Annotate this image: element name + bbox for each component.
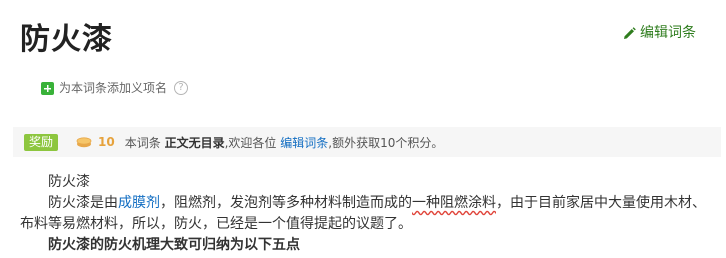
- plus-icon: [41, 81, 54, 95]
- add-synonym-label: 为本词条添加义项名: [59, 81, 168, 95]
- p1-text-b: ，阻燃剂，发泡剂等多种材料制造而成的: [160, 195, 412, 211]
- reward-points: 10: [98, 135, 115, 149]
- film-former-link[interactable]: 成膜剂: [118, 195, 160, 211]
- coin-icon: [76, 137, 92, 148]
- article-heading-line: 防火漆: [48, 174, 90, 190]
- reward-badge: 奖励: [24, 133, 59, 151]
- edit-entry-label: 编辑词条: [640, 25, 696, 41]
- article-body: 防火漆 防火漆是由成膜剂，阻燃剂，发泡剂等多种材料制造而成的一种阻燃涂料，由于目…: [20, 172, 726, 256]
- reward-text: 本词条 正文无目录,欢迎各位 编辑词条,额外获取10个积分。: [125, 134, 444, 151]
- reward-text-prefix: 本词条: [124, 135, 161, 150]
- reward-banner: 奖励 10 本词条 正文无目录,欢迎各位 编辑词条,额外获取10个积分。: [13, 127, 721, 157]
- article-paragraph-3: 防火漆的防火机理大致可归纳为以下五点: [48, 237, 300, 253]
- reward-text-mid: ,欢迎各位: [224, 135, 277, 150]
- article-paragraph-1: 防火漆是由成膜剂，阻燃剂，发泡剂等多种材料制造而成的一种阻燃涂料，由于目前家居中…: [20, 193, 726, 214]
- flame-retardant-coating-text: 一种阻燃涂料: [412, 195, 496, 211]
- p1-text-a: 防火漆是由: [48, 195, 118, 211]
- edit-entry-button[interactable]: 编辑词条: [623, 24, 696, 42]
- reward-edit-link[interactable]: 编辑词条: [280, 136, 328, 150]
- baike-entry-page: 防火漆 编辑词条 为本词条添加义项名 ? 奖励 10 本词条 正文无目录,欢迎各…: [0, 0, 726, 258]
- page-title: 防火漆: [20, 22, 113, 57]
- add-synonym-link[interactable]: 为本词条添加义项名 ?: [41, 80, 189, 96]
- article-paragraph-2: 布料等易燃材料，所以，防火，已经是一个值得提起的议题了。: [20, 216, 412, 232]
- p1-text-c: ，由于目前家居中大量使用木材、: [496, 195, 706, 211]
- question-circle-icon[interactable]: ?: [174, 81, 189, 95]
- reward-text-bold: 正文无目录: [164, 135, 225, 150]
- pencil-icon: [624, 26, 636, 39]
- reward-text-suffix: ,额外获取10个积分。: [328, 135, 444, 150]
